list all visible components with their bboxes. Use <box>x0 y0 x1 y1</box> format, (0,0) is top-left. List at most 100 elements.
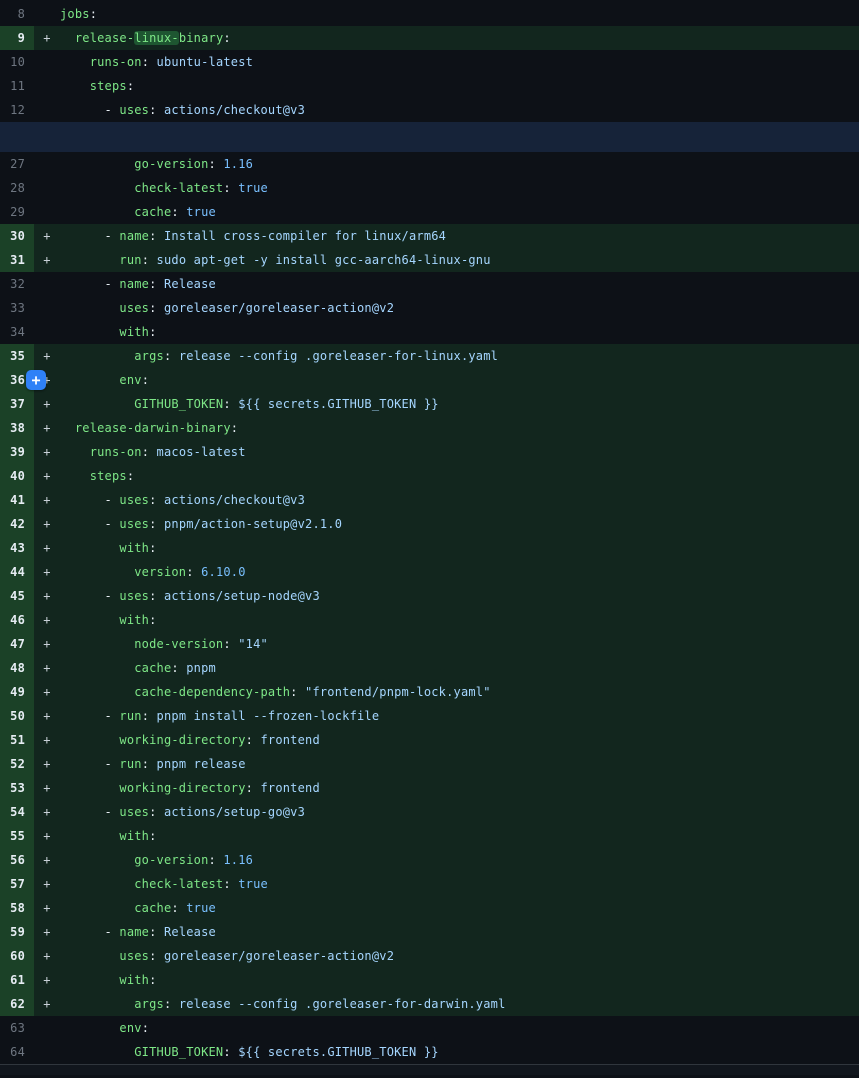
code-token: : <box>149 229 164 243</box>
code-token: : <box>209 853 224 867</box>
line-number[interactable]: 51 <box>0 728 34 752</box>
line-number[interactable]: 34 <box>0 320 34 344</box>
line-number[interactable]: 31 <box>0 248 34 272</box>
line-number[interactable]: 33 <box>0 296 34 320</box>
code-token <box>60 1021 119 1035</box>
code-token: frontend <box>260 733 319 747</box>
line-number[interactable]: 46 <box>0 608 34 632</box>
code-token: name <box>119 925 149 939</box>
code-token: goreleaser/goreleaser-action@v2 <box>164 301 394 315</box>
line-number[interactable]: 43 <box>0 536 34 560</box>
code-token <box>60 997 134 1011</box>
code-token: - <box>60 517 119 531</box>
line-number[interactable]: 42 <box>0 512 34 536</box>
diff-table: 8jobs:9+ release-linux-binary:10 runs-on… <box>0 2 859 1064</box>
line-number[interactable]: 38 <box>0 416 34 440</box>
code-line: + release-linux-binary: <box>34 26 859 50</box>
line-number[interactable]: 28 <box>0 176 34 200</box>
line-number[interactable]: 41 <box>0 488 34 512</box>
code-token: Release <box>164 925 216 939</box>
code-token: name <box>119 229 149 243</box>
code-token <box>60 685 134 699</box>
line-number[interactable]: 10 <box>0 50 34 74</box>
line-number[interactable]: 64 <box>0 1040 34 1064</box>
line-number[interactable]: 30 <box>0 224 34 248</box>
line-number[interactable]: 63 <box>0 1016 34 1040</box>
code-token: actions/checkout@v3 <box>164 493 305 507</box>
code-token: ubuntu-latest <box>157 55 254 69</box>
code-token: : <box>164 349 179 363</box>
line-number[interactable]: 12 <box>0 98 34 122</box>
line-number[interactable]: 44 <box>0 560 34 584</box>
code-token <box>60 445 90 459</box>
code-token: 1.16 <box>223 157 253 171</box>
line-number[interactable]: 61 <box>0 968 34 992</box>
hunk-expand-row[interactable] <box>0 122 859 152</box>
code-token: : <box>231 421 238 435</box>
diff-line: 43+ with: <box>0 536 859 560</box>
diff-line: 63 env: <box>0 1016 859 1040</box>
code-token: : <box>142 253 157 267</box>
line-number[interactable]: 59 <box>0 920 34 944</box>
line-number[interactable]: 39 <box>0 440 34 464</box>
diff-line: 45+ - uses: actions/setup-node@v3 <box>0 584 859 608</box>
code-token: release --config .goreleaser-for-linux.y… <box>179 349 498 363</box>
code-token: : <box>142 55 157 69</box>
line-number[interactable]: 47 <box>0 632 34 656</box>
line-number[interactable]: 58 <box>0 896 34 920</box>
code-token <box>60 733 119 747</box>
code-token <box>60 181 134 195</box>
diff-line: 39+ runs-on: macos-latest <box>0 440 859 464</box>
line-number[interactable]: 37 <box>0 392 34 416</box>
diff-line: 64 GITHUB_TOKEN: ${{ secrets.GITHUB_TOKE… <box>0 1040 859 1064</box>
line-number[interactable]: 48 <box>0 656 34 680</box>
code-token <box>60 469 90 483</box>
code-line: + uses: goreleaser/goreleaser-action@v2 <box>34 944 859 968</box>
diff-line: 61+ with: <box>0 968 859 992</box>
line-number[interactable]: 9 <box>0 26 34 50</box>
code-token <box>60 973 119 987</box>
diff-line: 11 steps: <box>0 74 859 98</box>
code-token: : <box>149 301 164 315</box>
line-number[interactable]: 40 <box>0 464 34 488</box>
code-line: + - uses: actions/checkout@v3 <box>34 488 859 512</box>
line-number[interactable]: 55 <box>0 824 34 848</box>
line-number[interactable]: 57 <box>0 872 34 896</box>
line-number[interactable]: 32 <box>0 272 34 296</box>
line-number[interactable]: 8 <box>0 2 34 26</box>
line-number[interactable]: 35 <box>0 344 34 368</box>
code-token <box>60 637 134 651</box>
line-number[interactable]: 56 <box>0 848 34 872</box>
code-line: env: <box>34 1016 859 1040</box>
code-line: + runs-on: macos-latest <box>34 440 859 464</box>
code-token: uses <box>119 589 149 603</box>
code-token <box>60 253 119 267</box>
line-number[interactable]: 54 <box>0 800 34 824</box>
line-number[interactable]: 62 <box>0 992 34 1016</box>
line-number[interactable]: 53 <box>0 776 34 800</box>
code-line: steps: <box>34 74 859 98</box>
diff-line: 12 - uses: actions/checkout@v3 <box>0 98 859 122</box>
added-line-marker: + <box>34 896 60 920</box>
line-number[interactable]: 52 <box>0 752 34 776</box>
line-number[interactable]: 45 <box>0 584 34 608</box>
code-token: working-directory <box>119 781 245 795</box>
code-token: - <box>60 589 119 603</box>
line-number[interactable]: 11 <box>0 74 34 98</box>
code-token: with <box>119 613 149 627</box>
line-number[interactable]: 49 <box>0 680 34 704</box>
code-token: cache <box>134 901 171 915</box>
code-token <box>60 1045 134 1059</box>
code-token: uses <box>119 949 149 963</box>
code-token: : <box>246 781 261 795</box>
line-number[interactable]: 27 <box>0 152 34 176</box>
add-comment-button[interactable]: + <box>26 370 46 390</box>
code-token <box>60 421 75 435</box>
code-token: pnpm install --frozen-lockfile <box>157 709 380 723</box>
line-number[interactable]: 60 <box>0 944 34 968</box>
code-token: "14" <box>238 637 268 651</box>
code-token: : <box>127 79 134 93</box>
line-number[interactable]: 29 <box>0 200 34 224</box>
code-token: release --config .goreleaser-for-darwin.… <box>179 997 506 1011</box>
line-number[interactable]: 50 <box>0 704 34 728</box>
